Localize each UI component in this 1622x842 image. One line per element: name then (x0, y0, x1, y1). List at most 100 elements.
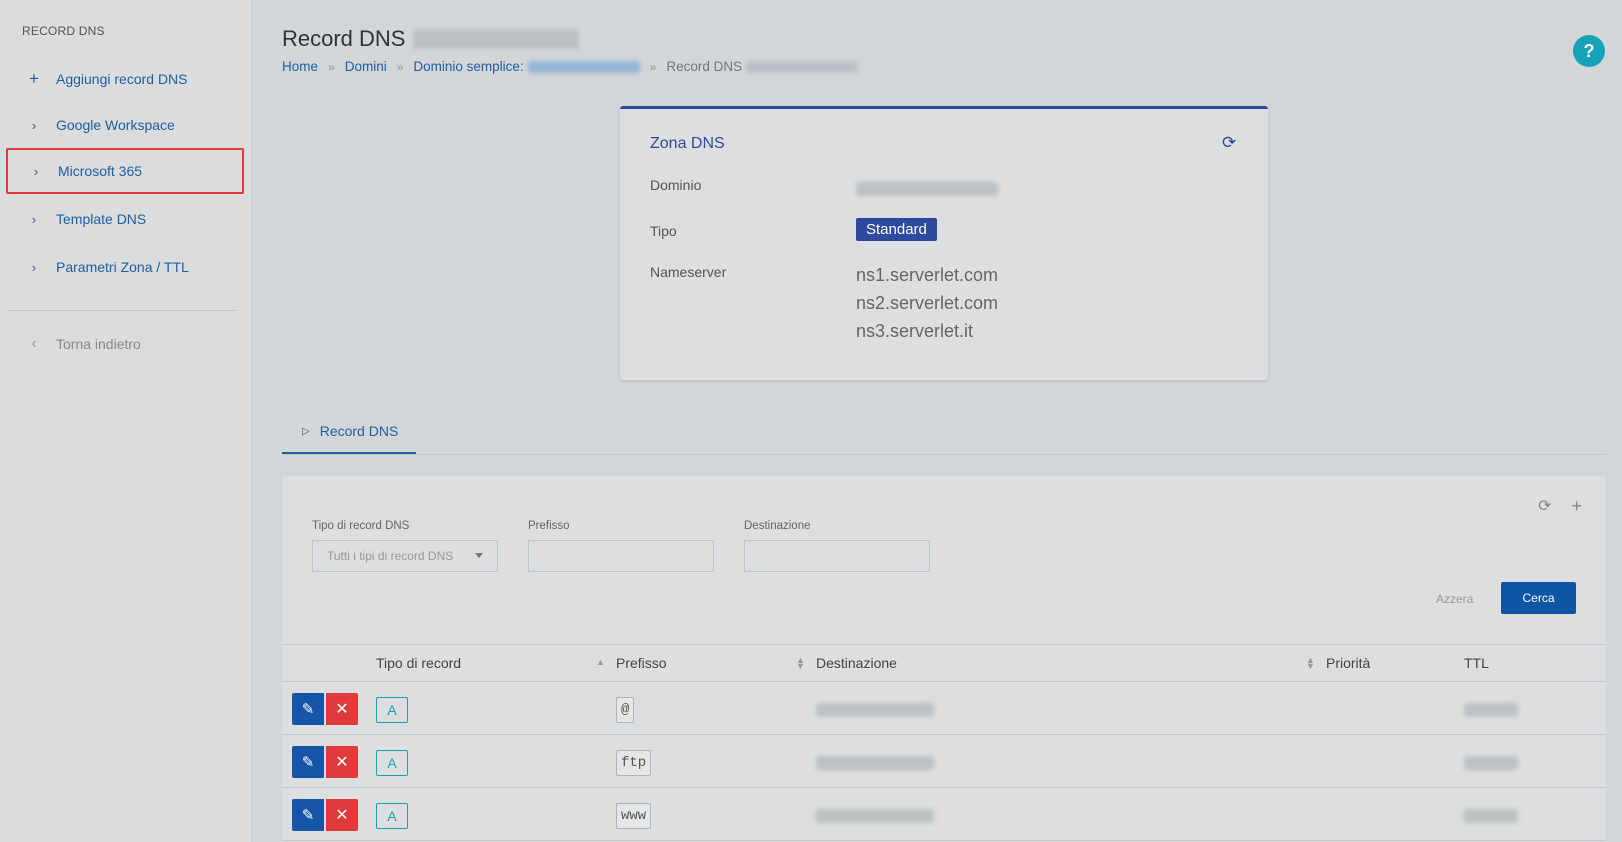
close-icon: ✕ (335, 754, 349, 771)
page-title: Record DNS (282, 26, 580, 52)
type-label: Tipo (650, 223, 677, 239)
redacted-domain-link[interactable] (527, 60, 640, 73)
records-panel: ⟳ + Tipo di record DNS Tutti i tipi di r… (282, 476, 1606, 842)
back-link[interactable]: ‹ Torna indietro (6, 321, 244, 367)
edit-button[interactable]: ✎ (292, 693, 324, 725)
prefix-value: www (616, 803, 652, 829)
table-row: ✎ ✕ A @ (282, 683, 1606, 735)
close-icon: ✕ (335, 807, 349, 824)
sidebar-item-zone-params[interactable]: › Parametri Zona / TTL (6, 244, 244, 290)
caret-down-icon (475, 553, 483, 558)
reset-button[interactable]: Azzera (1436, 592, 1473, 606)
breadcrumb-home[interactable]: Home (282, 59, 318, 74)
prefix-label: Prefisso (528, 520, 570, 532)
sidebar-item-template-dns[interactable]: › Template DNS (6, 196, 244, 242)
edit-icon: ✎ (301, 754, 315, 771)
sidebar-item-microsoft-365[interactable]: › Microsoft 365 (6, 148, 244, 194)
sort-icon[interactable]: ▲ ▼ (796, 656, 805, 671)
tab-record-dns[interactable]: ▷ Record DNS (282, 410, 416, 454)
prefix-value: ftp (616, 750, 652, 776)
delete-button[interactable]: ✕ (326, 746, 358, 778)
type-badge: Standard (856, 218, 937, 241)
table-header: Tipo di record ▲ Prefisso ▲ ▼ Destinazion… (282, 644, 1606, 682)
col-prefix[interactable]: Prefisso (616, 655, 667, 671)
nameserver-list: ns1.serverlet.com ns2.serverlet.com ns3.… (856, 261, 998, 345)
breadcrumb-separator: » (328, 59, 335, 74)
record-type-value: Tutti i tipi di record DNS (327, 549, 454, 563)
chevron-left-icon: ‹ (31, 335, 37, 352)
redacted-destination (816, 703, 934, 717)
redacted-domain (413, 29, 580, 49)
col-destination[interactable]: Destinazione (816, 655, 897, 671)
zone-card: Zona DNS ⟳ Dominio Tipo Standard Nameser… (620, 106, 1268, 380)
nameserver-item: ns1.serverlet.com (856, 265, 999, 285)
col-ttl: TTL (1464, 655, 1489, 671)
page-title-text: Record DNS (282, 26, 406, 51)
sidebar-title: RECORD DNS (22, 24, 105, 38)
sidebar-item-label: Google Workspace (56, 117, 175, 133)
destination-label: Destinazione (744, 520, 811, 532)
table-row: ✎ ✕ A ftp (282, 736, 1606, 788)
sort-icon[interactable]: ▲ ▼ (1306, 656, 1315, 671)
delete-button[interactable]: ✕ (326, 693, 358, 725)
plus-icon: + (29, 69, 39, 88)
sidebar: RECORD DNS + Aggiungi record DNS › Googl… (0, 0, 252, 842)
chevron-right-icon: › (31, 211, 37, 227)
destination-input[interactable] (744, 540, 930, 572)
sidebar-item-add-record[interactable]: + Aggiungi record DNS (6, 56, 244, 102)
record-type-label: Tipo di record DNS (312, 520, 410, 532)
delete-button[interactable]: ✕ (326, 799, 358, 831)
nameserver-label: Nameserver (650, 264, 727, 280)
edit-button[interactable]: ✎ (292, 746, 324, 778)
table-row: ✎ ✕ A www (282, 789, 1606, 841)
sidebar-item-label: Parametri Zona / TTL (56, 259, 189, 275)
prefix-input[interactable] (528, 540, 714, 572)
breadcrumb-domains[interactable]: Domini (345, 59, 387, 74)
prefix-value: @ (616, 697, 635, 723)
record-type-tag: A (376, 803, 408, 829)
edit-button[interactable]: ✎ (292, 799, 324, 831)
sidebar-divider (8, 310, 236, 311)
refresh-icon[interactable]: ⟳ (1538, 496, 1551, 517)
col-record-type[interactable]: Tipo di record (376, 655, 461, 671)
plus-icon[interactable]: + (1571, 496, 1582, 517)
edit-icon: ✎ (301, 701, 315, 718)
panel-actions: ⟳ + (1538, 496, 1582, 517)
breadcrumb-separator: » (649, 59, 657, 74)
redacted-ttl (1464, 703, 1518, 717)
help-button[interactable]: ? (1573, 35, 1605, 67)
chevron-right-icon: › (31, 259, 37, 275)
zone-title: Zona DNS (650, 135, 725, 152)
nameserver-item: ns3.serverlet.it (856, 321, 974, 341)
back-link-label: Torna indietro (56, 336, 141, 352)
breadcrumb-simple-domain[interactable]: Dominio semplice: (413, 59, 523, 74)
refresh-icon[interactable]: ⟳ (1222, 133, 1236, 153)
sidebar-item-label: Template DNS (56, 211, 147, 227)
breadcrumb: Home » Domini » Dominio semplice: » Reco… (282, 59, 859, 74)
sidebar-item-label: Aggiungi record DNS (56, 71, 188, 87)
redacted-ttl (1464, 809, 1518, 823)
redacted-domain (746, 60, 859, 73)
nameserver-item: ns2.serverlet.com (856, 293, 999, 313)
breadcrumb-separator: » (396, 59, 404, 74)
redacted-domain (856, 182, 998, 196)
col-priority[interactable]: Priorità (1326, 655, 1370, 671)
redacted-destination (816, 809, 934, 823)
domain-label: Dominio (650, 177, 702, 193)
caret-right-icon: ▷ (302, 425, 310, 437)
redacted-ttl (1464, 756, 1518, 770)
tab-divider (282, 454, 1606, 455)
sidebar-item-label: Microsoft 365 (58, 163, 143, 179)
record-type-tag: A (376, 697, 408, 723)
record-type-tag: A (376, 750, 408, 776)
tab-label: Record DNS (319, 423, 399, 439)
edit-icon: ✎ (301, 807, 315, 824)
sidebar-item-google-workspace[interactable]: › Google Workspace (6, 102, 244, 148)
redacted-destination (816, 756, 934, 770)
search-button[interactable]: Cerca (1501, 582, 1576, 614)
sort-asc-icon[interactable]: ▲ (596, 658, 605, 667)
breadcrumb-current: Record DNS (666, 59, 743, 74)
record-type-select[interactable]: Tutti i tipi di record DNS (312, 540, 498, 572)
close-icon: ✕ (335, 701, 349, 718)
chevron-right-icon: › (31, 117, 37, 133)
